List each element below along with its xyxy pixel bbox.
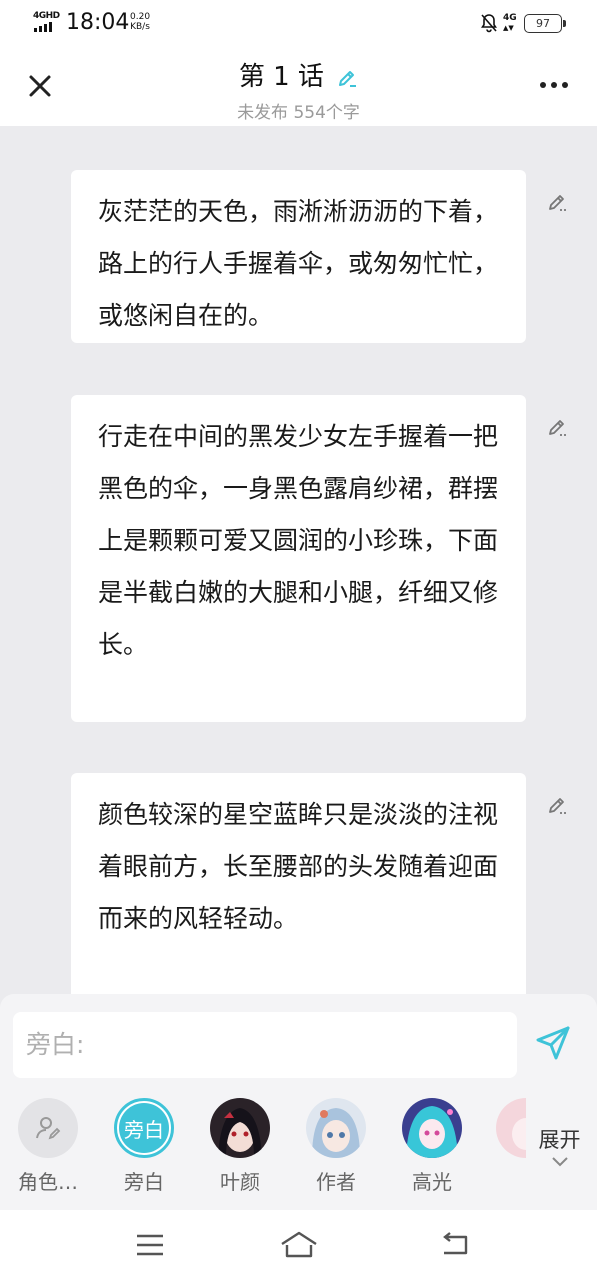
edit-paragraph-icon[interactable] (545, 793, 569, 817)
status-bar: 4GHD 18:04 0.20 KB/s 4G ▲▼ 97 (0, 0, 597, 46)
chapter-title: 第 1 话 (238, 62, 324, 92)
character-name: 角色… (18, 1170, 78, 1194)
chevron-down-icon (551, 1157, 568, 1167)
narrator-avatar-text: 旁白 (119, 1103, 169, 1153)
battery-level: 97 (536, 17, 550, 30)
secondary-network-icon: 4G ▲▼ (503, 13, 517, 32)
character-manage-button[interactable]: 角色… (16, 1098, 80, 1198)
edit-paragraph-icon[interactable] (545, 415, 569, 439)
edit-paragraph-icon[interactable] (545, 190, 569, 214)
anime-girl-light-blue-hair-avatar (306, 1098, 366, 1158)
expand-label: 展开 (538, 1128, 581, 1152)
character-item-author[interactable]: 作者 (304, 1098, 368, 1198)
paragraph-text: 颜色较深的星空蓝眸只是淡淡的注视着眼前方，长至腰部的头发随着迎面而来的风轻轻动。 (98, 800, 499, 933)
story-paragraph-card[interactable]: 行走在中间的黑发少女左手握着一把黑色的伞，一身黑色露肩纱裙，群摆上是颗颗可爱又圆… (71, 395, 526, 722)
page-title[interactable]: 第 1 话 (0, 56, 597, 93)
character-manage-icon (18, 1098, 78, 1158)
signal-icon: 4GHD (33, 11, 60, 33)
character-name: 作者 (316, 1170, 356, 1194)
bell-muted-icon (481, 14, 497, 33)
battery-icon: 97 (524, 14, 566, 33)
back-icon[interactable] (440, 1232, 470, 1256)
home-icon[interactable] (279, 1230, 319, 1258)
edit-title-icon[interactable] (336, 67, 358, 89)
anime-girl-cyan-hair-avatar (402, 1098, 462, 1158)
app-header: 第 1 话 未发布 554个字 (0, 46, 597, 126)
more-options-icon[interactable] (540, 82, 568, 88)
send-icon[interactable] (534, 1024, 572, 1062)
character-item-narrator[interactable]: 旁白 旁白 (112, 1098, 176, 1198)
composer-panel: 旁白: 角色… 旁白 旁白 叶颜 作者 高光 展开 (0, 994, 597, 1210)
character-name: 旁白 (124, 1170, 164, 1194)
status-time: 18:04 (66, 10, 130, 35)
net-speed-value: 0.20 (130, 12, 151, 22)
story-paragraph-card[interactable]: 灰茫茫的天色，雨淅淅沥沥的下着，路上的行人手握着伞，或匆匆忙忙，或悠闲自在的。 (71, 170, 526, 343)
net-speed: 0.20 KB/s (130, 12, 150, 32)
system-nav-bar (0, 1210, 597, 1280)
narrator-avatar: 旁白 (114, 1098, 174, 1158)
narration-input[interactable]: 旁白: (13, 1012, 517, 1078)
character-name: 叶颜 (220, 1170, 260, 1194)
character-name: 高光 (412, 1170, 452, 1194)
anime-girl-dark-hair-avatar (210, 1098, 270, 1158)
paragraph-text: 灰茫茫的天色，雨淅淅沥沥的下着，路上的行人手握着伞，或匆匆忙忙，或悠闲自在的。 (98, 197, 499, 330)
character-item-yeyan[interactable]: 叶颜 (208, 1098, 272, 1198)
net-speed-unit: KB/s (130, 22, 150, 32)
network-type: 4GHD (33, 11, 60, 21)
paragraph-text: 行走在中间的黑发少女左手握着一把黑色的伞，一身黑色露肩纱裙，群摆上是颗颗可爱又圆… (98, 422, 499, 659)
expand-characters-button[interactable]: 展开 (522, 1124, 597, 1184)
publish-status: 未发布 554个字 (237, 103, 360, 123)
story-paragraph-card[interactable]: 颜色较深的星空蓝眸只是淡淡的注视着眼前方，长至腰部的头发随着迎面而来的风轻轻动。 (71, 773, 526, 1013)
character-item-gaoguang[interactable]: 高光 (400, 1098, 464, 1198)
menu-icon[interactable] (136, 1234, 164, 1256)
